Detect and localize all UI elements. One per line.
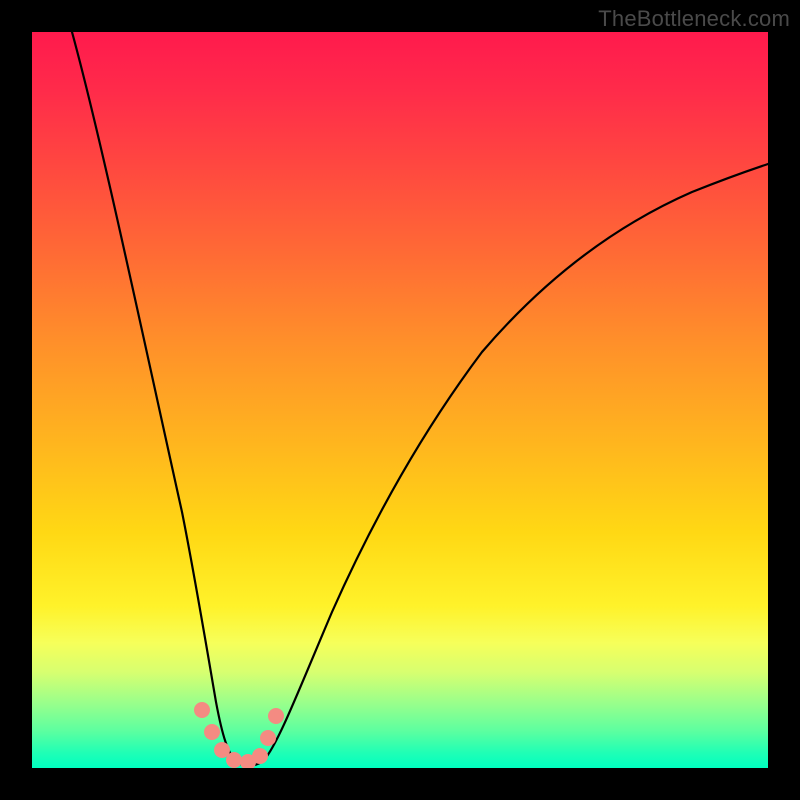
curve-path: [72, 32, 768, 766]
marker-dot: [260, 730, 276, 746]
marker-dot: [240, 754, 256, 768]
marker-dot: [226, 752, 242, 768]
marker-dot: [214, 742, 230, 758]
marker-dot: [268, 708, 284, 724]
watermark-text: TheBottleneck.com: [598, 6, 790, 32]
outer-frame: TheBottleneck.com: [0, 0, 800, 800]
marker-dot: [204, 724, 220, 740]
chart-svg: [32, 32, 768, 768]
marker-dot: [252, 748, 268, 764]
plot-area: [32, 32, 768, 768]
marker-dot: [194, 702, 210, 718]
